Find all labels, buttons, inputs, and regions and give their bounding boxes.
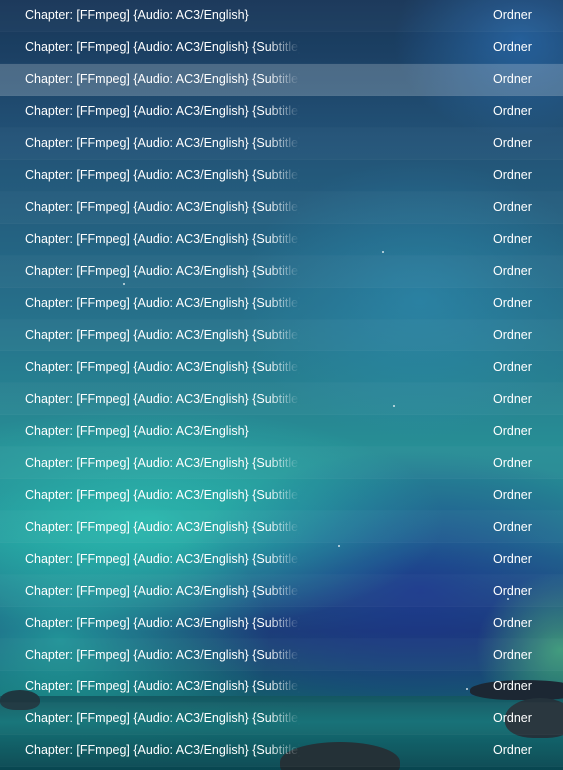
list-item[interactable]: Chapter: [FFmpeg] {Audio: AC3/English} {… (0, 702, 563, 735)
item-type: Ordner (493, 711, 532, 726)
list-item[interactable]: Chapter: [FFmpeg] {Audio: AC3/English} {… (0, 383, 563, 416)
item-type: Ordner (493, 583, 532, 598)
list-item[interactable]: Chapter: [FFmpeg] {Audio: AC3/English} {… (0, 447, 563, 480)
item-type: Ordner (493, 104, 532, 119)
item-name: Chapter: [FFmpeg] {Audio: AC3/English} {… (25, 232, 300, 247)
list-item[interactable]: Chapter: [FFmpeg] {Audio: AC3/English} {… (0, 479, 563, 511)
item-type: Ordner (493, 40, 532, 55)
item-type: Ordner (493, 455, 532, 470)
item-type: Ordner (493, 679, 532, 694)
item-name: Chapter: [FFmpeg] {Audio: AC3/English} (25, 423, 249, 438)
item-name: Chapter: [FFmpeg] {Audio: AC3/English} {… (25, 711, 300, 726)
list-item[interactable]: Chapter: [FFmpeg] {Audio: AC3/English} {… (0, 639, 563, 672)
item-type: Ordner (493, 328, 532, 342)
item-type: Ordner (493, 8, 532, 23)
list-item-hovered[interactable]: Chapter: [FFmpeg] {Audio: AC3/English} {… (0, 63, 563, 96)
item-name: Chapter: [FFmpeg] {Audio: AC3/English} {… (25, 200, 300, 215)
item-name: Chapter: [FFmpeg] {Audio: AC3/English} {… (25, 455, 300, 470)
item-name: Chapter: [FFmpeg] {Audio: AC3/English} {… (25, 487, 300, 502)
item-name: Chapter: [FFmpeg] {Audio: AC3/English} {… (25, 104, 300, 119)
file-list: Chapter: [FFmpeg] {Audio: AC3/English} Or… (0, 0, 563, 770)
item-name: Chapter: [FFmpeg] {Audio: AC3/English} {… (25, 519, 300, 534)
list-item[interactable]: Chapter: [FFmpeg] {Audio: AC3/English} {… (0, 511, 563, 544)
list-item[interactable]: Chapter: [FFmpeg] {Audio: AC3/English} {… (0, 255, 563, 288)
list-item[interactable]: Chapter: [FFmpeg] {Audio: AC3/English} {… (0, 288, 563, 320)
item-name: Chapter: [FFmpeg] {Audio: AC3/English} {… (25, 583, 300, 598)
item-name: Chapter: [FFmpeg] {Audio: AC3/English} {… (25, 328, 300, 342)
item-name: Chapter: [FFmpeg] {Audio: AC3/English} {… (25, 40, 300, 55)
list-item[interactable]: Chapter: [FFmpeg] {Audio: AC3/English} {… (0, 127, 563, 160)
item-type: Ordner (493, 359, 532, 374)
item-type: Ordner (493, 136, 532, 151)
list-item[interactable]: Chapter: [FFmpeg] {Audio: AC3/English} {… (0, 575, 563, 608)
item-name: Chapter: [FFmpeg] {Audio: AC3/English} {… (25, 72, 300, 87)
item-name: Chapter: [FFmpeg] {Audio: AC3/English} {… (25, 168, 300, 183)
list-item[interactable]: Chapter: [FFmpeg] {Audio: AC3/English} Or… (0, 415, 563, 447)
item-type: Ordner (493, 551, 532, 566)
item-name: Chapter: [FFmpeg] {Audio: AC3/English} {… (25, 391, 300, 406)
item-type: Ordner (493, 615, 532, 630)
item-name: Chapter: [FFmpeg] {Audio: AC3/English} {… (25, 296, 300, 311)
list-item[interactable]: Chapter: [FFmpeg] {Audio: AC3/English} {… (0, 543, 563, 575)
item-type: Ordner (493, 168, 532, 183)
item-name: Chapter: [FFmpeg] {Audio: AC3/English} {… (25, 136, 300, 151)
item-type: Ordner (493, 232, 532, 247)
item-type: Ordner (493, 743, 532, 758)
list-item[interactable]: Chapter: [FFmpeg] {Audio: AC3/English} {… (0, 351, 563, 383)
item-name: Chapter: [FFmpeg] {Audio: AC3/English} {… (25, 743, 300, 758)
list-item[interactable]: Chapter: [FFmpeg] {Audio: AC3/English} {… (0, 735, 563, 767)
list-item[interactable]: Chapter: [FFmpeg] {Audio: AC3/English} {… (0, 96, 563, 128)
item-name: Chapter: [FFmpeg] {Audio: AC3/English} {… (25, 551, 300, 566)
item-type: Ordner (493, 487, 532, 502)
item-name: Chapter: [FFmpeg] {Audio: AC3/English} {… (25, 615, 300, 630)
list-item[interactable]: Chapter: [FFmpeg] {Audio: AC3/English} {… (0, 224, 563, 256)
item-name: Chapter: [FFmpeg] {Audio: AC3/English} {… (25, 679, 300, 694)
list-item[interactable]: Chapter: [FFmpeg] {Audio: AC3/English} {… (0, 160, 563, 192)
item-name: Chapter: [FFmpeg] {Audio: AC3/English} {… (25, 264, 300, 279)
list-item[interactable]: Chapter: [FFmpeg] {Audio: AC3/English} Or… (0, 0, 563, 32)
list-item[interactable]: Chapter: [FFmpeg] {Audio: AC3/English} {… (0, 671, 563, 703)
item-type: Ordner (493, 296, 532, 311)
item-type: Ordner (493, 264, 532, 279)
item-type: Ordner (493, 647, 532, 662)
list-item[interactable]: Chapter: [FFmpeg] {Audio: AC3/English} {… (0, 319, 563, 352)
item-type: Ordner (493, 519, 532, 534)
item-name: Chapter: [FFmpeg] {Audio: AC3/English} {… (25, 647, 300, 662)
item-type: Ordner (493, 391, 532, 406)
list-item[interactable]: Chapter: [FFmpeg] {Audio: AC3/English} {… (0, 32, 563, 64)
list-item[interactable]: Chapter: [FFmpeg] {Audio: AC3/English} {… (0, 191, 563, 224)
item-name: Chapter: [FFmpeg] {Audio: AC3/English} (25, 8, 249, 23)
item-type: Ordner (493, 72, 532, 87)
item-name: Chapter: [FFmpeg] {Audio: AC3/English} {… (25, 359, 300, 374)
list-item[interactable]: Chapter: [FFmpeg] {Audio: AC3/English} {… (0, 607, 563, 639)
item-type: Ordner (493, 423, 532, 438)
item-type: Ordner (493, 200, 532, 215)
